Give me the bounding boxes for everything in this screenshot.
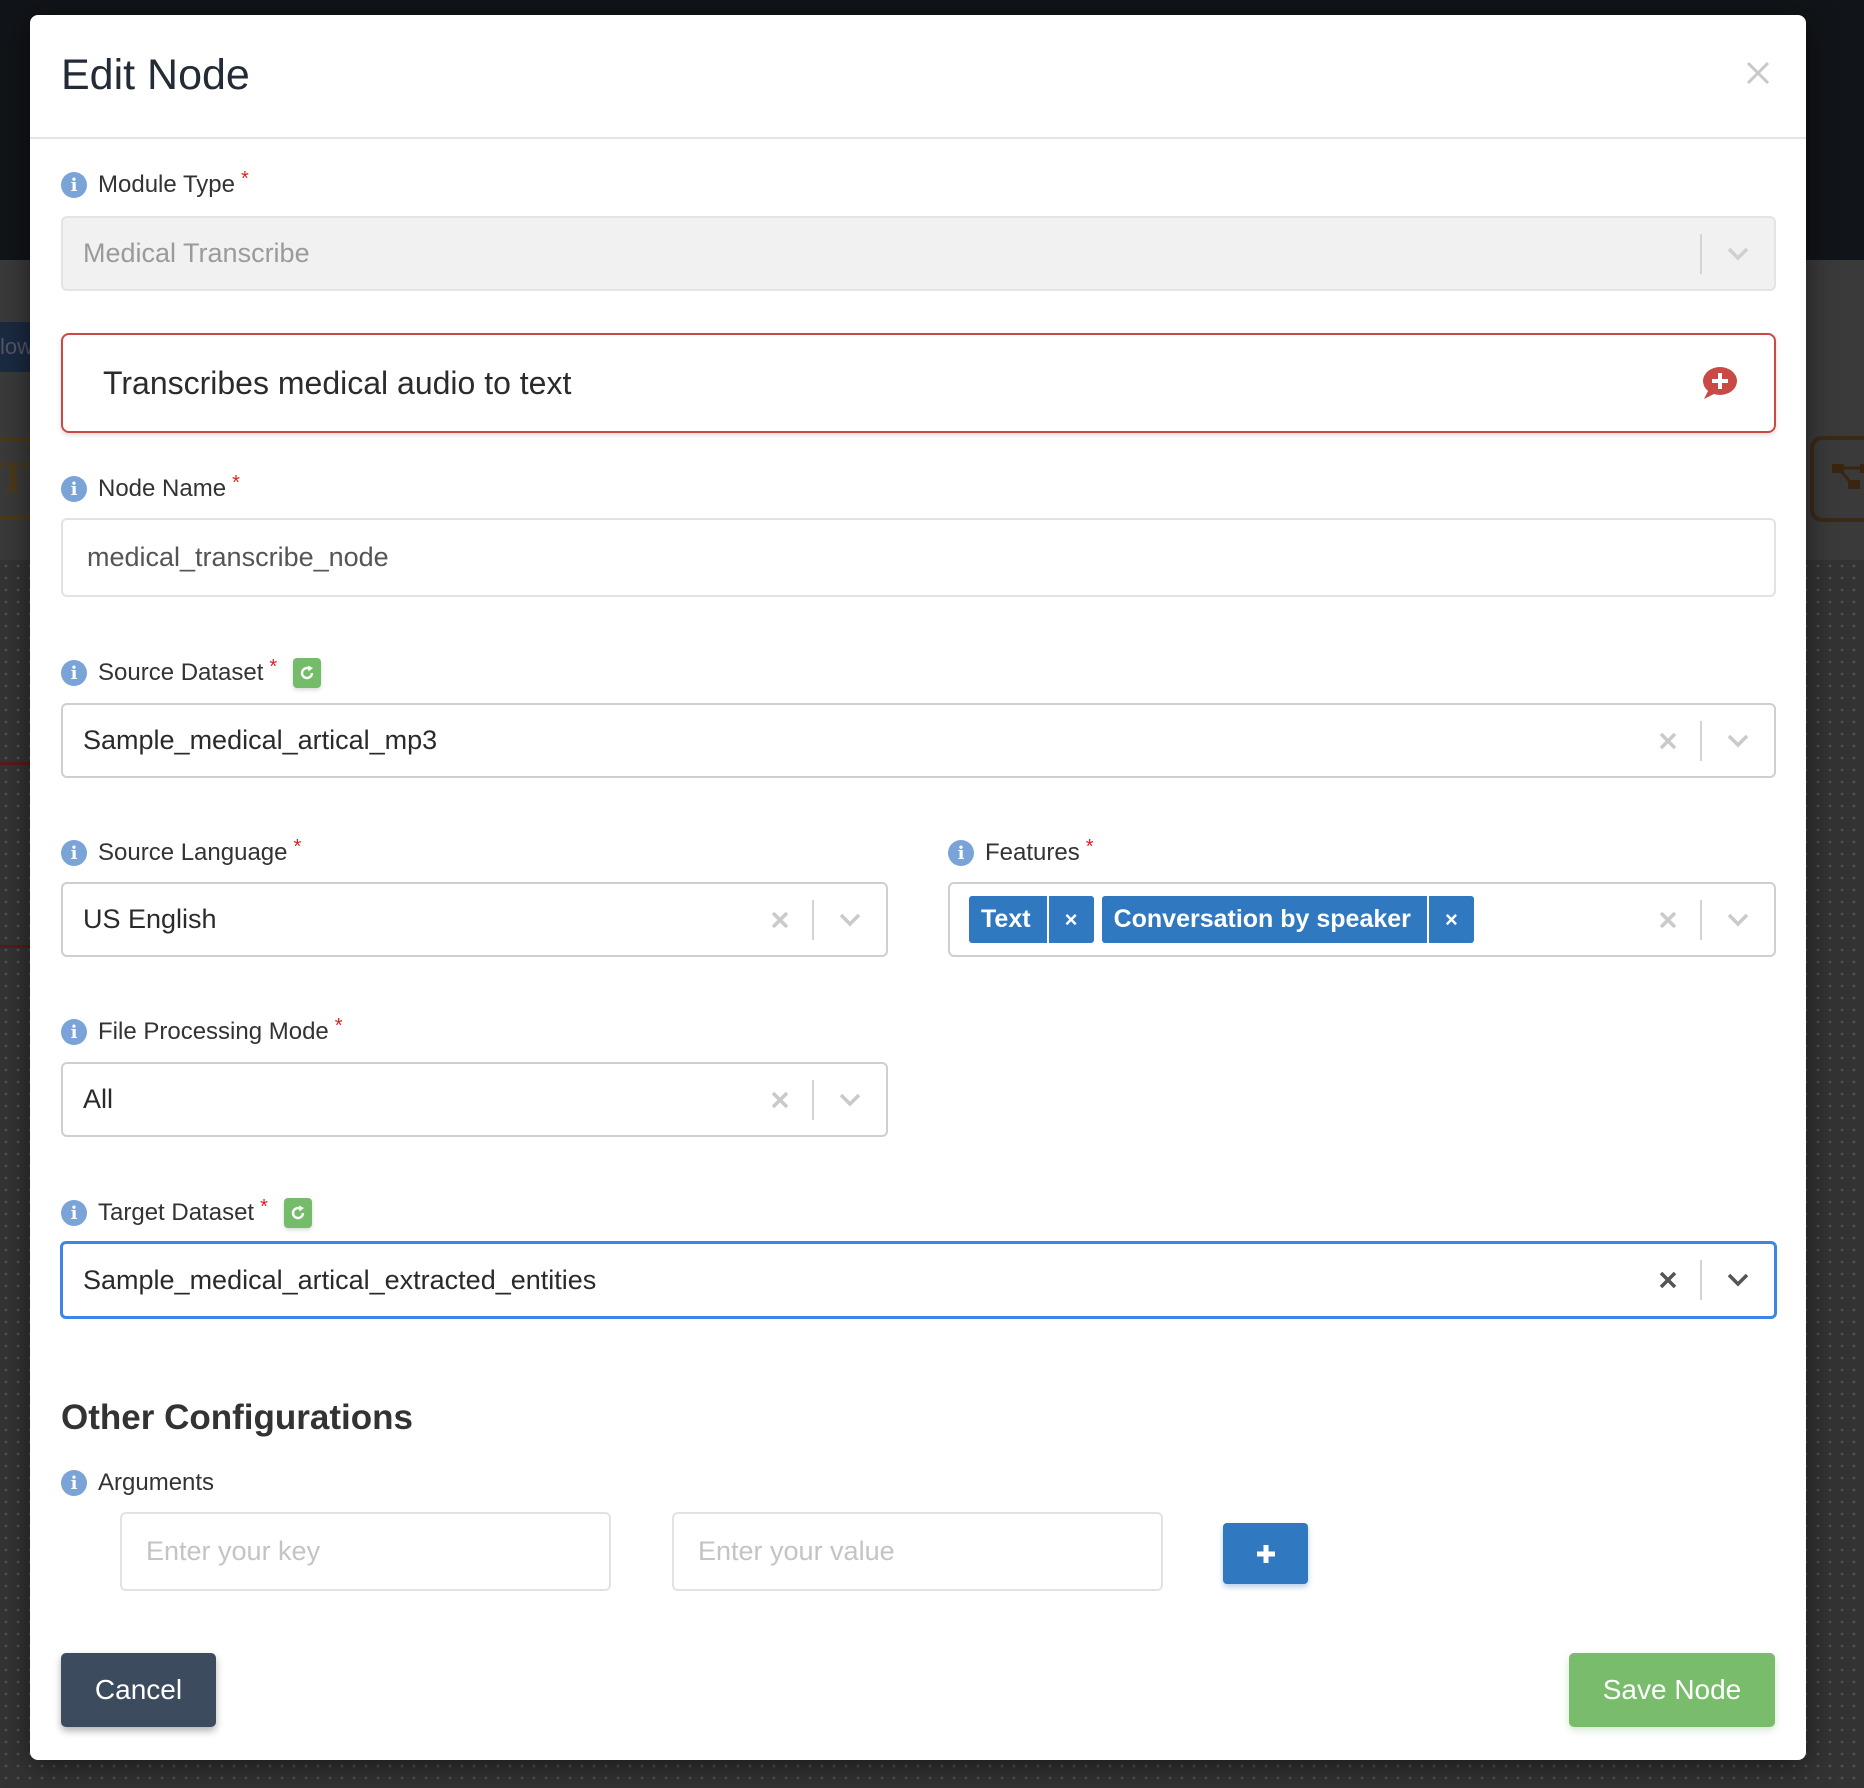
source-language-label-text: Source Language bbox=[98, 839, 288, 866]
refresh-icon bbox=[291, 1205, 305, 1220]
node-name-input[interactable] bbox=[61, 518, 1776, 597]
features-multiselect[interactable]: Text × Conversation by speaker × bbox=[948, 882, 1776, 957]
required-asterisk: * bbox=[232, 471, 240, 494]
module-type-label: i Module Type * bbox=[61, 168, 249, 202]
target-dataset-select[interactable]: Sample_medical_artical_extracted_entitie… bbox=[60, 1241, 1777, 1319]
source-dataset-label-text: Source Dataset bbox=[98, 659, 264, 686]
source-dataset-select[interactable]: Sample_medical_artical_mp3 bbox=[61, 703, 1776, 778]
source-dataset-value: Sample_medical_artical_mp3 bbox=[83, 725, 438, 755]
info-icon[interactable]: i bbox=[61, 476, 87, 502]
cancel-button[interactable]: Cancel bbox=[61, 1653, 216, 1727]
background-node-text: T bbox=[0, 455, 28, 502]
feature-tag-label: Text bbox=[969, 896, 1049, 943]
module-description-text: Transcribes medical audio to text bbox=[103, 364, 572, 401]
target-dataset-label: i Target Dataset * bbox=[61, 1196, 312, 1230]
required-asterisk: * bbox=[293, 835, 302, 858]
module-type-value: Medical Transcribe bbox=[83, 238, 310, 268]
info-icon[interactable]: i bbox=[61, 1470, 87, 1496]
info-icon[interactable]: i bbox=[61, 840, 87, 866]
module-description-box: Transcribes medical audio to text bbox=[61, 333, 1776, 433]
background-edge bbox=[0, 945, 30, 948]
add-argument-button[interactable] bbox=[1223, 1523, 1308, 1584]
clear-icon[interactable] bbox=[762, 1082, 798, 1118]
required-asterisk: * bbox=[1085, 835, 1094, 858]
arguments-label: i Arguments bbox=[61, 1466, 214, 1500]
comment-plus-icon[interactable] bbox=[1698, 365, 1738, 401]
module-type-label-text: Module Type bbox=[98, 171, 235, 198]
background-flow-tab: low bbox=[0, 322, 30, 372]
required-asterisk: * bbox=[269, 655, 278, 678]
remove-tag-icon[interactable]: × bbox=[1049, 896, 1094, 943]
arguments-label-text: Arguments bbox=[98, 1469, 215, 1496]
node-name-label-text: Node Name bbox=[98, 475, 227, 502]
chevron-down-icon bbox=[1702, 218, 1774, 289]
background-flow-tab-text: low bbox=[0, 334, 30, 359]
source-dataset-label: i Source Dataset * bbox=[61, 655, 322, 690]
chevron-down-icon[interactable] bbox=[814, 1064, 886, 1135]
chevron-down-icon[interactable] bbox=[1702, 705, 1774, 776]
file-processing-mode-label-text: File Processing Mode bbox=[98, 1018, 329, 1045]
required-asterisk: * bbox=[240, 167, 249, 190]
target-dataset-label-text: Target Dataset bbox=[98, 1199, 255, 1226]
modal-title: Edit Node bbox=[61, 51, 250, 99]
required-asterisk: * bbox=[334, 1014, 343, 1037]
info-icon[interactable]: i bbox=[61, 172, 87, 198]
info-icon[interactable]: i bbox=[61, 1019, 87, 1045]
target-dataset-refresh-button[interactable] bbox=[283, 1198, 312, 1228]
feature-tag: Conversation by speaker × bbox=[1101, 896, 1474, 943]
edit-node-modal: Edit Node i Module Type * Medical Transc… bbox=[30, 15, 1806, 1760]
clear-icon[interactable] bbox=[1650, 902, 1686, 938]
info-icon[interactable]: i bbox=[948, 840, 974, 866]
info-icon[interactable]: i bbox=[61, 660, 87, 686]
remove-tag-icon[interactable]: × bbox=[1429, 896, 1474, 943]
feature-tag-label: Conversation by speaker bbox=[1102, 896, 1429, 943]
plus-icon bbox=[1256, 1544, 1275, 1563]
save-node-button[interactable]: Save Node bbox=[1569, 1653, 1775, 1727]
source-language-label: i Source Language * bbox=[61, 836, 301, 870]
clear-icon[interactable] bbox=[1650, 723, 1686, 759]
background-node-left: T bbox=[0, 438, 30, 520]
node-name-label: i Node Name * bbox=[61, 472, 240, 506]
chevron-down-icon[interactable] bbox=[814, 884, 886, 955]
file-processing-mode-select[interactable]: All bbox=[61, 1062, 888, 1137]
chevron-down-icon[interactable] bbox=[1702, 884, 1774, 955]
clear-icon[interactable] bbox=[762, 902, 798, 938]
refresh-icon bbox=[301, 665, 314, 680]
source-language-value: US English bbox=[83, 904, 217, 934]
background-node-right bbox=[1810, 436, 1864, 522]
file-processing-mode-value: All bbox=[83, 1084, 114, 1114]
file-processing-mode-label: i File Processing Mode * bbox=[61, 1015, 343, 1049]
argument-value-input[interactable] bbox=[672, 1512, 1163, 1591]
argument-key-input[interactable] bbox=[120, 1512, 611, 1591]
features-label-text: Features bbox=[985, 839, 1080, 866]
source-language-select[interactable]: US English bbox=[61, 882, 888, 957]
close-button[interactable] bbox=[1740, 55, 1776, 91]
target-dataset-value: Sample_medical_artical_extracted_entitie… bbox=[83, 1264, 597, 1295]
module-type-select: Medical Transcribe bbox=[61, 216, 1776, 291]
background-edge bbox=[0, 762, 30, 765]
source-dataset-refresh-button[interactable] bbox=[293, 658, 322, 688]
workflow-icon bbox=[1832, 464, 1864, 489]
info-icon[interactable]: i bbox=[61, 1200, 87, 1226]
modal-header: Edit Node bbox=[30, 15, 1806, 139]
chevron-down-icon[interactable] bbox=[1702, 1244, 1774, 1316]
required-asterisk: * bbox=[260, 1195, 268, 1218]
clear-icon[interactable] bbox=[1650, 1262, 1686, 1298]
features-tags: Text × Conversation by speaker × bbox=[950, 896, 1650, 943]
other-configurations-heading: Other Configurations bbox=[61, 1398, 413, 1437]
feature-tag: Text × bbox=[969, 896, 1094, 943]
close-icon bbox=[1746, 61, 1770, 85]
features-label: i Features * bbox=[948, 836, 1094, 870]
